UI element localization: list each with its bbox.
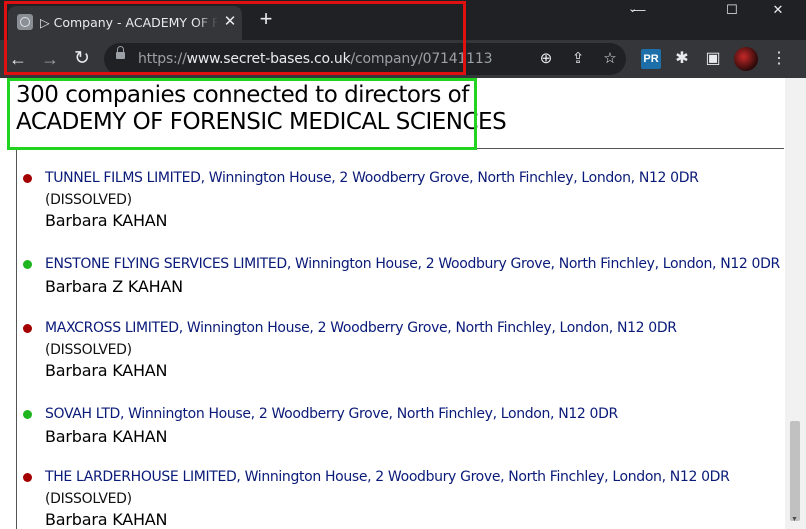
red-highlight-box: [4, 1, 466, 75]
director-name: Barbara KAHAN: [45, 510, 168, 529]
director-name: Barbara KAHAN: [45, 361, 168, 380]
window-close-button[interactable]: ✕: [755, 0, 801, 22]
director-name: Barbara KAHAN: [45, 427, 168, 446]
company-link[interactable]: ENSTONE FLYING SERVICES LIMITED, Winning…: [45, 255, 780, 273]
scroll-down-arrow-icon[interactable]: ▼: [791, 516, 798, 523]
zoom-icon[interactable]: ⊕: [536, 49, 556, 69]
dissolved-status-dot-icon: [23, 324, 32, 333]
company-link[interactable]: MAXCROSS LIMITED, Winnington House, 2 Wo…: [45, 319, 677, 337]
company-list: TUNNEL FILMS LIMITED, Winnington House, …: [16, 148, 784, 529]
status-badge: (DISSOLVED): [45, 491, 132, 507]
window-maximize-button[interactable]: ☐: [709, 0, 755, 22]
extension-pr-icon[interactable]: PR: [641, 49, 661, 69]
director-name: Barbara Z KAHAN: [45, 277, 183, 296]
profile-avatar[interactable]: [734, 47, 758, 71]
window-minimize-button[interactable]: —: [616, 0, 662, 22]
star-icon[interactable]: ☆: [600, 49, 620, 69]
puzzle-icon[interactable]: ✱: [672, 49, 692, 69]
active-status-dot-icon: [23, 260, 32, 269]
kebab-menu-icon[interactable]: ⋮: [769, 49, 789, 69]
share-icon[interactable]: ⇪: [568, 49, 588, 69]
dissolved-status-dot-icon: [23, 473, 32, 482]
scrollbar-thumb[interactable]: [790, 421, 800, 521]
company-link[interactable]: THE LARDERHOUSE LIMITED, Winnington Hous…: [45, 468, 730, 486]
green-highlight-box: [7, 78, 477, 150]
side-panel-icon[interactable]: ▣: [703, 49, 723, 69]
active-status-dot-icon: [23, 410, 32, 419]
director-name: Barbara KAHAN: [45, 211, 168, 230]
status-badge: (DISSOLVED): [45, 192, 132, 208]
company-link[interactable]: SOVAH LTD, Winnington House, 2 Woodberry…: [45, 405, 618, 423]
status-badge: (DISSOLVED): [45, 342, 132, 358]
company-link[interactable]: TUNNEL FILMS LIMITED, Winnington House, …: [45, 169, 699, 187]
dissolved-status-dot-icon: [23, 174, 32, 183]
page-scrollbar[interactable]: ▼: [785, 78, 806, 529]
